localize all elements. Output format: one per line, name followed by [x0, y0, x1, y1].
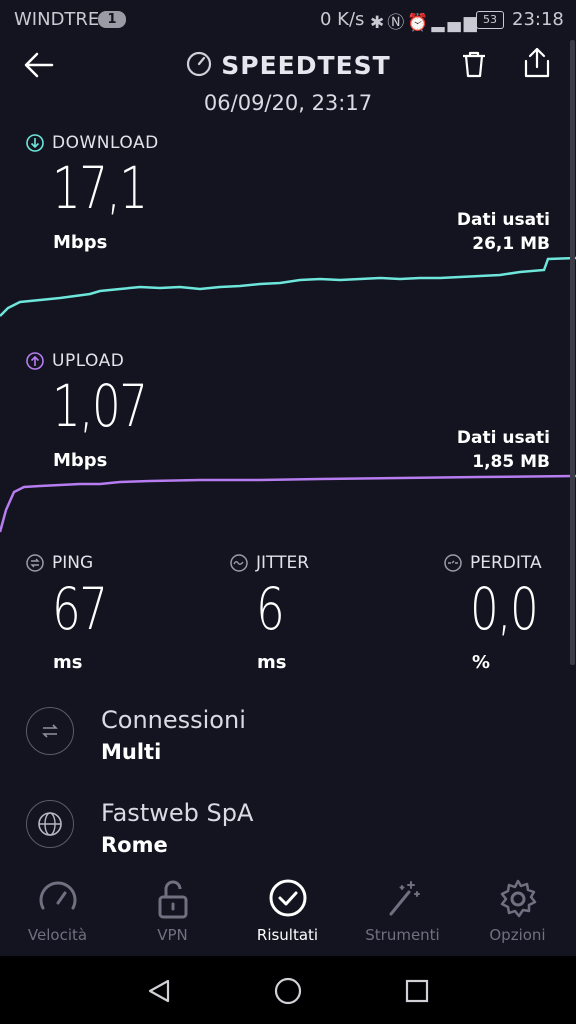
- home-circle-icon[interactable]: [274, 977, 302, 1005]
- nav-results[interactable]: Risultati: [230, 866, 345, 956]
- packet-loss-icon: [444, 554, 462, 572]
- jitter-icon: [230, 554, 248, 572]
- upload-label: UPLOAD: [26, 351, 124, 371]
- connections-title: Connessioni: [101, 706, 246, 734]
- delete-button[interactable]: [458, 48, 490, 80]
- globe-icon: [26, 800, 74, 848]
- sim-badge: 1: [98, 11, 126, 28]
- jitter-label-text: JITTER: [256, 553, 310, 573]
- back-triangle-icon[interactable]: [146, 978, 172, 1004]
- jitter-value: 6: [256, 575, 285, 643]
- nav-options-label: Opzioni: [489, 926, 546, 944]
- alarm-icon: ⏰: [407, 13, 432, 33]
- trash-icon: [463, 51, 485, 78]
- nav-options[interactable]: Opzioni: [460, 866, 575, 956]
- nav-speed-label: Velocità: [27, 926, 88, 944]
- provider-location: Rome: [101, 833, 168, 857]
- status-time: 23:18: [512, 9, 564, 30]
- download-arrow-icon: [26, 134, 44, 152]
- loss-value: 0,0: [470, 575, 539, 643]
- bottom-navigation: Velocità VPN Risultati Strumenti Opzioni: [0, 866, 576, 956]
- ping-unit: ms: [53, 652, 83, 673]
- nfc-icon: Ⓝ: [387, 13, 408, 33]
- unlock-icon: [158, 880, 188, 919]
- ping-label: PING: [26, 553, 93, 573]
- upload-graph: [0, 474, 576, 533]
- provider-name: Fastweb SpA: [101, 799, 254, 827]
- recents-square-icon[interactable]: [404, 978, 430, 1004]
- signal-icon: ▂▄▆: [431, 13, 480, 33]
- upload-unit: Mbps: [53, 450, 108, 471]
- carrier-name: WINDTRE: [14, 9, 100, 30]
- magic-wand-icon: [389, 881, 420, 916]
- upload-data-used: Dati usati 1,85 MB: [457, 426, 550, 474]
- upload-data-used-label: Dati usati: [456, 428, 550, 448]
- status-bar: WINDTRE 1 0 K/s ✱Ⓝ⏰▂▄▆ 53 23:18: [0, 0, 576, 38]
- download-value: 17,1: [52, 154, 148, 222]
- download-graph: [0, 256, 576, 317]
- title-text: SPEEDTEST: [221, 51, 391, 80]
- speedometer-icon: [39, 881, 77, 910]
- test-datetime: 06/09/20, 23:17: [203, 91, 373, 115]
- download-label: DOWNLOAD: [26, 133, 159, 153]
- scrollbar[interactable]: [570, 40, 575, 665]
- loss-unit: %: [472, 652, 491, 673]
- nav-vpn[interactable]: VPN: [115, 866, 230, 956]
- download-label-text: DOWNLOAD: [52, 133, 159, 153]
- status-icons: ✱Ⓝ⏰▂▄▆: [370, 8, 480, 33]
- loss-label: PERDITA: [444, 553, 542, 573]
- jitter-label: JITTER: [230, 553, 309, 573]
- ping-label-text: PING: [52, 553, 94, 573]
- connections-value: Multi: [101, 740, 162, 764]
- share-button[interactable]: [520, 46, 554, 80]
- download-data-used: Dati usati 26,1 MB: [457, 208, 550, 256]
- ping-value: 67: [52, 575, 108, 643]
- ping-icon: [26, 554, 44, 572]
- upload-value: 1,07: [52, 372, 148, 440]
- connections-icon: [26, 707, 74, 755]
- battery-icon: 53: [476, 11, 504, 29]
- nav-tools-label: Strumenti: [365, 926, 440, 944]
- gear-icon: [500, 879, 537, 918]
- gauge-icon: [185, 50, 213, 84]
- upload-label-text: UPLOAD: [52, 351, 125, 371]
- nav-vpn-label: VPN: [157, 926, 188, 944]
- checkmark-circle-icon: [269, 879, 307, 917]
- loss-label-text: PERDITA: [470, 553, 542, 573]
- upload-arrow-icon: [26, 352, 44, 370]
- nav-results-label: Risultati: [256, 926, 319, 944]
- jitter-unit: ms: [257, 652, 287, 673]
- bluetooth-icon: ✱: [370, 13, 388, 33]
- network-speed: 0 K/s: [320, 9, 365, 30]
- download-data-used-label: Dati usati: [456, 210, 550, 230]
- share-icon: [524, 47, 550, 78]
- system-navigation-bar: [0, 956, 576, 1024]
- nav-speed[interactable]: Velocità: [0, 866, 115, 956]
- nav-tools[interactable]: Strumenti: [345, 866, 460, 956]
